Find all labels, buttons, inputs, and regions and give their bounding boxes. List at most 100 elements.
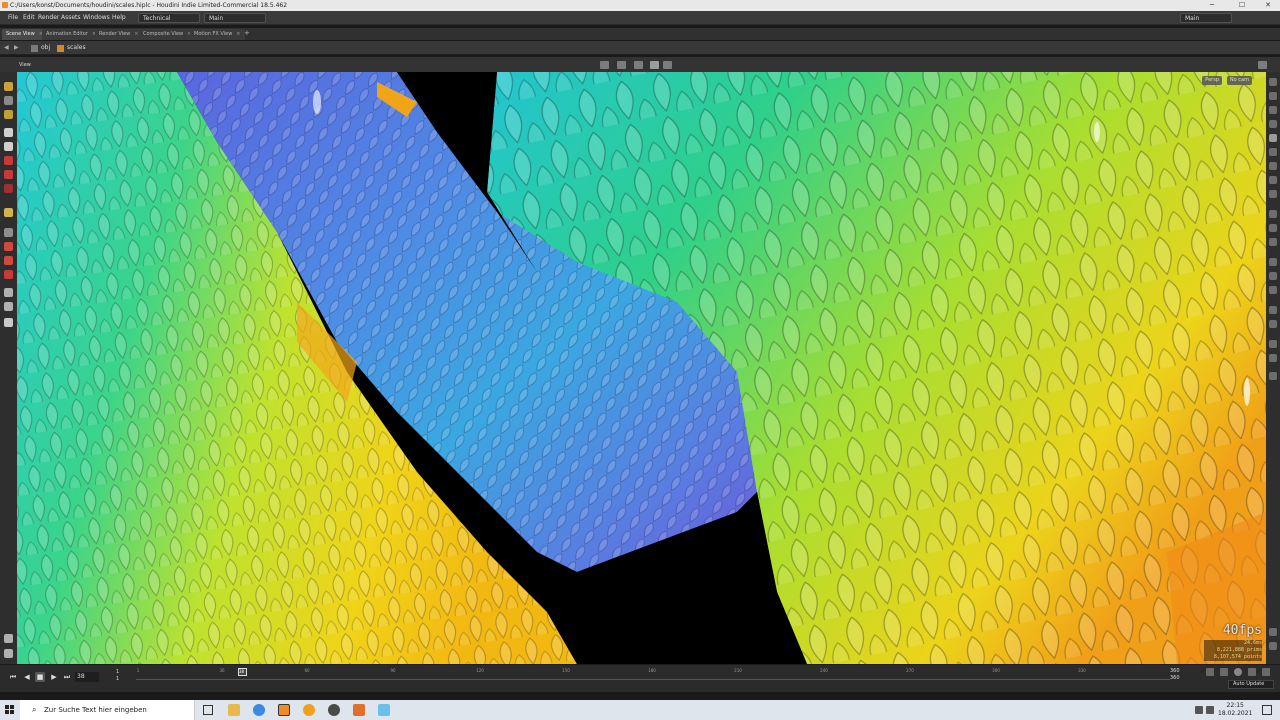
select-tool-icon[interactable] [4, 110, 13, 119]
taskbar-search-box[interactable]: ⌕ Zur Suche Text hier eingeben [20, 700, 195, 720]
start-frame-field[interactable]: 1 [116, 669, 119, 675]
settings-tool-icon[interactable] [4, 634, 13, 643]
end-frame-field[interactable]: 360 [1170, 668, 1180, 675]
camera-menu-persp[interactable]: Persp [1202, 76, 1222, 85]
loop-icon[interactable] [1248, 668, 1256, 676]
light-icon[interactable] [1269, 120, 1277, 128]
desktop-selector-right[interactable]: Main [1180, 13, 1232, 23]
path-obj[interactable]: obj [41, 44, 50, 51]
isolate-icon[interactable] [1269, 340, 1277, 348]
chrome-icon[interactable] [253, 704, 265, 716]
keyframe-icon[interactable] [1206, 668, 1214, 676]
windows-start-icon[interactable] [5, 705, 15, 715]
snapshot-icon[interactable] [1269, 372, 1277, 380]
add-tab-button[interactable]: + [240, 27, 254, 38]
view-tool-icon[interactable] [4, 288, 13, 297]
point-snap-icon[interactable] [4, 256, 13, 265]
timeline-cursor[interactable]: 38 [238, 668, 247, 676]
close-button[interactable]: ✕ [1256, 0, 1280, 11]
step-back-button[interactable]: ◀ [22, 672, 32, 682]
maximize-button[interactable]: ☐ [1230, 0, 1254, 11]
realtime-icon[interactable] [1234, 668, 1242, 676]
pen-icon[interactable] [1269, 258, 1277, 266]
tab-render-view[interactable]: Render View × [95, 29, 143, 40]
display-tool-icon[interactable] [4, 318, 13, 327]
close-icon[interactable]: × [134, 31, 138, 37]
minimize-button[interactable]: ─ [1200, 0, 1224, 11]
forward-arrow-icon[interactable]: ▶ [14, 44, 19, 51]
auto-update-dropdown[interactable]: Auto Update [1228, 680, 1274, 689]
handle-tool-icon[interactable] [4, 82, 13, 91]
app-icon[interactable] [353, 704, 365, 716]
desktop-selector[interactable]: Main [204, 13, 266, 23]
template-icon[interactable] [1269, 162, 1277, 170]
obs-icon[interactable] [328, 704, 340, 716]
grid-snap-icon[interactable] [4, 228, 13, 237]
uv-icon[interactable] [1269, 238, 1277, 246]
tab-motion-fx-view[interactable]: Motion FX View × [190, 29, 245, 40]
back-arrow-icon[interactable]: ◀ [4, 44, 9, 51]
normals-icon[interactable] [1269, 190, 1277, 198]
tab-animation-editor[interactable]: Animation Editor × [42, 29, 101, 40]
edit-tool-icon[interactable] [4, 208, 13, 217]
info-tool-icon[interactable] [4, 649, 13, 658]
menu-render[interactable]: Render [38, 14, 59, 21]
camera-icon[interactable] [1269, 134, 1277, 142]
arrow-select-icon[interactable] [4, 128, 13, 137]
scale-icon[interactable] [4, 184, 13, 193]
jump-start-button[interactable]: ⏮ [8, 672, 18, 682]
frame-icon[interactable] [1269, 320, 1277, 328]
menu-edit[interactable]: Edit [23, 14, 35, 21]
timeline-ruler[interactable]: 1 36 60 90 120 150 180 210 240 270 300 3… [136, 668, 1170, 688]
shaded-icon[interactable] [1269, 106, 1277, 114]
scene-viewport[interactable]: Persp No cam 40fps 24.6ms 8,221,888 prim… [17, 72, 1266, 664]
rotate-icon[interactable] [4, 170, 13, 179]
audio-icon[interactable] [1220, 668, 1228, 676]
network-icon[interactable] [1195, 706, 1203, 714]
notification-icon[interactable] [1262, 705, 1272, 715]
brush-icon[interactable] [1269, 272, 1277, 280]
shading-icon[interactable] [663, 61, 672, 69]
lock-icon[interactable] [4, 142, 13, 151]
ghost-icon[interactable] [1269, 148, 1277, 156]
vertex-icon[interactable] [1269, 210, 1277, 218]
help-icon[interactable] [1269, 628, 1277, 636]
visibility-icon[interactable] [1269, 354, 1277, 362]
measure-icon[interactable] [1269, 286, 1277, 294]
prim-number-icon[interactable] [1269, 224, 1277, 232]
stop-button[interactable]: ■ [35, 672, 45, 682]
task-view-icon[interactable] [203, 705, 213, 715]
volume-icon[interactable] [1206, 706, 1214, 714]
select-mode-icon[interactable] [617, 61, 626, 69]
blender-icon[interactable] [303, 704, 315, 716]
jump-end-button[interactable]: ⏭ [62, 672, 72, 682]
shelf-set-selector[interactable]: Technical [138, 13, 200, 23]
tab-scene-view[interactable]: Scene View × [2, 29, 47, 40]
magnet-icon[interactable] [4, 270, 13, 279]
camera-tool-icon[interactable] [4, 302, 13, 311]
end-frame-field-b[interactable]: 360 [1170, 675, 1180, 682]
playbar-settings-icon[interactable] [1262, 668, 1270, 676]
snap-icon[interactable] [600, 61, 609, 69]
houdini-taskbar-icon[interactable] [278, 704, 290, 716]
translate-icon[interactable] [4, 156, 13, 165]
file-explorer-icon[interactable] [228, 704, 240, 716]
path-node[interactable]: scales [67, 44, 86, 51]
wireframe-icon[interactable] [1269, 92, 1277, 100]
primitive-snap-icon[interactable] [4, 242, 13, 251]
menu-file[interactable]: File [8, 14, 18, 21]
menu-windows[interactable]: Windows [83, 14, 110, 21]
menu-help[interactable]: Help [112, 14, 126, 21]
taskbar-clock[interactable]: 22:15 18.02.2021 [1218, 702, 1252, 718]
pose-tool-icon[interactable] [4, 96, 13, 105]
play-button[interactable]: ▶ [49, 672, 59, 682]
tab-composite-view[interactable]: Composite View× [139, 29, 196, 40]
box-icon[interactable] [1269, 306, 1277, 314]
display-options-icon[interactable] [650, 61, 659, 69]
display-mode-icon[interactable] [1269, 78, 1277, 86]
transform-icon[interactable] [634, 61, 643, 69]
menu-assets[interactable]: Assets [61, 14, 81, 21]
notes-icon[interactable] [378, 704, 390, 716]
points-icon[interactable] [1269, 176, 1277, 184]
start-frame-field-b[interactable]: 1 [116, 676, 119, 682]
